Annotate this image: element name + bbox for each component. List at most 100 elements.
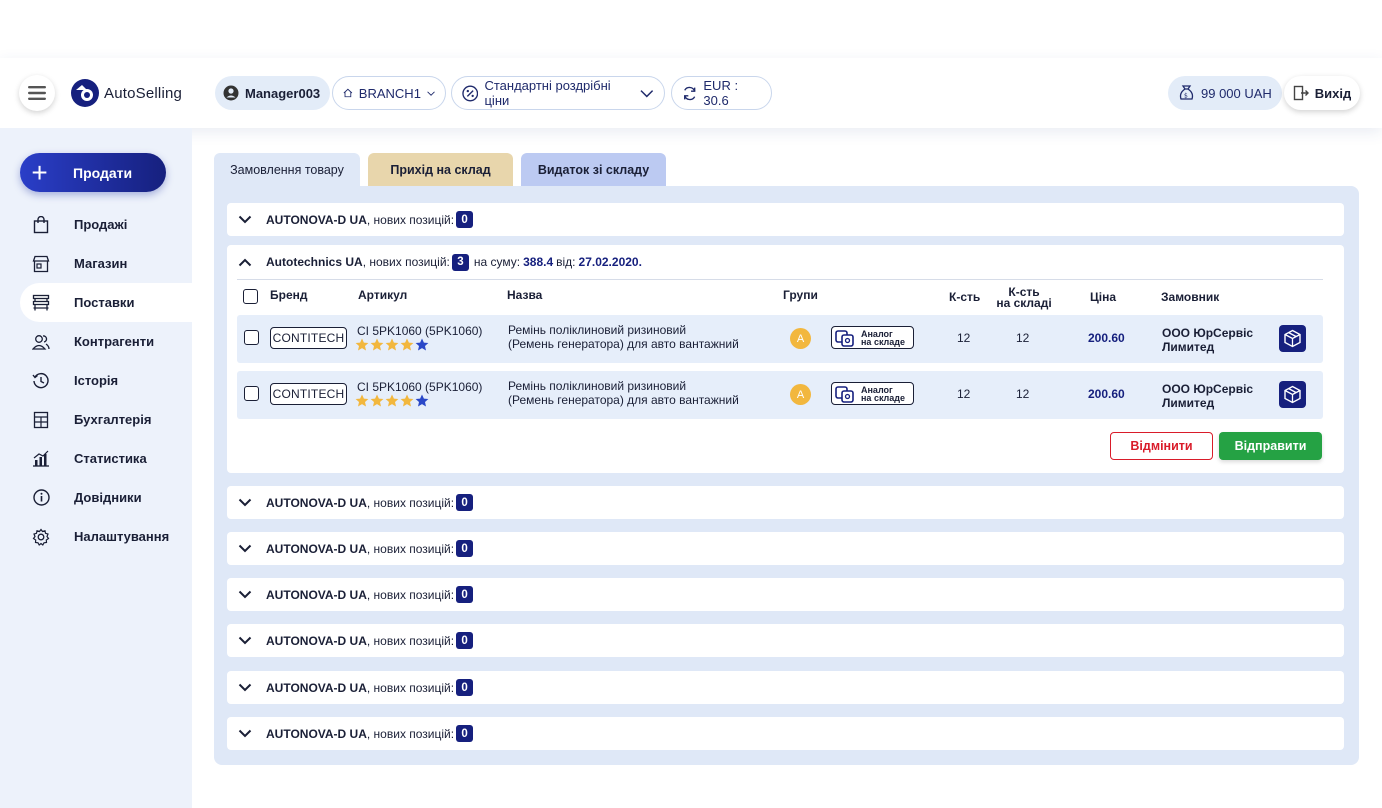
supplier-name: AUTONOVA-D UA	[266, 587, 367, 602]
star-icon	[385, 338, 399, 351]
sell-button[interactable]: + Продати	[20, 153, 166, 192]
svg-text:$: $	[1184, 93, 1188, 100]
user-name: Manager003	[245, 85, 321, 101]
new-positions-label: , нових позицій:	[366, 726, 455, 741]
currency-rate[interactable]: EUR : 30.6	[671, 76, 772, 110]
sidebar-item-settings[interactable]: Налаштування	[0, 517, 192, 556]
new-positions-label: , нових позицій:	[366, 541, 455, 556]
currency-label: EUR	[703, 78, 731, 93]
tab-incoming[interactable]: Прихід на склад	[368, 153, 513, 186]
logout-icon	[1293, 85, 1309, 101]
box-action-button[interactable]	[1279, 381, 1306, 408]
chevron-down-icon[interactable]	[237, 212, 253, 228]
sidebar-item-statistics[interactable]: Статистика	[0, 439, 192, 478]
qty-value: 12	[957, 331, 971, 345]
box-icon	[1284, 329, 1301, 348]
percent-icon	[462, 85, 479, 101]
analog-line2: на складе	[861, 392, 906, 403]
chevron-down-icon[interactable]	[237, 633, 253, 649]
article-number: CI 5PK1060 (5PK1060)	[357, 324, 483, 338]
hamburger-icon	[28, 86, 46, 100]
tab-order[interactable]: Замовлення товару	[214, 153, 360, 186]
new-positions-label: , нових позицій:	[362, 255, 450, 269]
chevron-down-icon[interactable]	[237, 726, 253, 742]
orders-panel: AUTONOVA-D UA , нових позицій: 0 Autotec…	[214, 186, 1359, 765]
sum-label: на суму:	[473, 255, 521, 269]
home-icon	[343, 88, 353, 98]
sidebar-item-contractors[interactable]: Контрагенти	[0, 322, 192, 361]
sidebar-item-store[interactable]: Магазин	[0, 244, 192, 283]
menu-button[interactable]	[19, 75, 55, 111]
stock-value: 12	[1016, 331, 1030, 345]
price-type-select[interactable]: Стандартні роздрібні ціни	[451, 76, 665, 110]
col-stock-qty: К-сть на складі	[996, 286, 1052, 310]
order-group-row[interactable]: AUTONOVA-D UA , нових позицій: 0	[227, 578, 1344, 611]
sidebar-item-accounting[interactable]: Бухгалтерія	[0, 400, 192, 439]
product-name-line2: (Ремень генератора) для авто вантажний	[508, 337, 739, 351]
table-row[interactable]: CONTITECH CI 5PK1060 (5PK1060) Ремінь по…	[237, 315, 1323, 363]
order-group-row[interactable]: AUTONOVA-D UA , нових позицій: 0	[227, 532, 1344, 565]
group-badge[interactable]: A	[790, 328, 811, 349]
accounting-icon	[31, 410, 51, 430]
balance-value: 99 000 UAH	[1201, 85, 1272, 101]
order-group-row[interactable]: AUTONOVA-D UA , нових позицій: 0	[227, 624, 1344, 657]
box-action-button[interactable]	[1279, 325, 1306, 352]
star-icon	[400, 394, 414, 407]
supplier-name: AUTONOVA-D UA	[266, 726, 367, 741]
star-empty-icon	[415, 394, 429, 407]
analog-icon	[835, 329, 854, 347]
rating-stars	[355, 338, 429, 351]
cancel-button[interactable]: Відмінити	[1110, 432, 1213, 460]
order-group-header[interactable]: Autotechnics UA , нових позицій: 3 на су…	[237, 253, 642, 271]
col-groups: Групи	[783, 288, 818, 302]
new-positions-badge: 0	[456, 586, 474, 603]
chevron-down-icon[interactable]	[237, 680, 253, 696]
chevron-up-icon[interactable]	[237, 254, 253, 270]
row-checkbox[interactable]	[244, 330, 259, 345]
sum-value: 388.4	[523, 255, 554, 269]
col-stock-qty-line2: на складі	[996, 296, 1052, 310]
analog-in-stock-button[interactable]: Аналог на складе	[831, 326, 914, 349]
star-icon	[370, 394, 384, 407]
supplier-name: AUTONOVA-D UA	[266, 633, 367, 648]
exit-button[interactable]: Вихід	[1284, 76, 1360, 110]
store-icon	[31, 254, 51, 274]
col-customer: Замовник	[1161, 290, 1220, 304]
star-icon	[385, 394, 399, 407]
brand-button[interactable]: CONTITECH	[270, 383, 347, 405]
product-name-line1: Ремінь поліклиновий ризиновий	[508, 323, 687, 337]
balance-pill: $ 99 000 UAH	[1168, 76, 1282, 110]
price-value: 200.60	[1088, 387, 1125, 401]
order-group-row[interactable]: AUTONOVA-D UA , нових позицій: 0	[227, 717, 1344, 750]
divider	[237, 279, 1323, 280]
sidebar: + Продати Продажі Магазин Поставки Контр…	[0, 128, 192, 808]
row-checkbox[interactable]	[244, 386, 259, 401]
tab-outgoing[interactable]: Видаток зі складу	[521, 153, 666, 186]
sidebar-item-deliveries[interactable]: Поставки	[20, 283, 192, 322]
product-name: Ремінь поліклиновий ризиновий (Ремень ге…	[508, 379, 739, 407]
analog-in-stock-button[interactable]: Аналог на складе	[831, 382, 914, 405]
table-row[interactable]: CONTITECH CI 5PK1060 (5PK1060) Ремінь по…	[237, 371, 1323, 419]
order-group-row[interactable]: AUTONOVA-D UA , нових позицій: 0	[227, 671, 1344, 704]
chevron-down-icon[interactable]	[237, 495, 253, 511]
sidebar-item-history[interactable]: Історія	[0, 361, 192, 400]
branch-select[interactable]: BRANCH1	[332, 76, 446, 110]
group-badge[interactable]: A	[790, 384, 811, 405]
order-group-row[interactable]: AUTONOVA-D UA , нових позицій: 0	[227, 203, 1344, 236]
user-pill[interactable]: Manager003	[215, 76, 331, 110]
rating-stars	[355, 394, 429, 407]
app-name: AutoSelling	[104, 84, 183, 102]
send-button[interactable]: Відправити	[1219, 432, 1322, 460]
customer-line1: ООО ЮрСервіс	[1162, 326, 1254, 340]
chevron-down-icon[interactable]	[237, 587, 253, 603]
chevron-down-icon[interactable]	[237, 541, 253, 557]
select-all-checkbox[interactable]	[243, 289, 258, 304]
sidebar-item-label: Налаштування	[74, 529, 170, 544]
sidebar-item-label: Контрагенти	[74, 334, 155, 349]
order-group-row[interactable]: AUTONOVA-D UA , нових позицій: 0	[227, 486, 1344, 519]
sidebar-item-sales[interactable]: Продажі	[0, 205, 192, 244]
box-icon	[1284, 385, 1301, 404]
app-logo[interactable]: AutoSelling	[70, 78, 182, 108]
brand-button[interactable]: CONTITECH	[270, 327, 347, 349]
sidebar-item-reference[interactable]: Довідники	[0, 478, 192, 517]
